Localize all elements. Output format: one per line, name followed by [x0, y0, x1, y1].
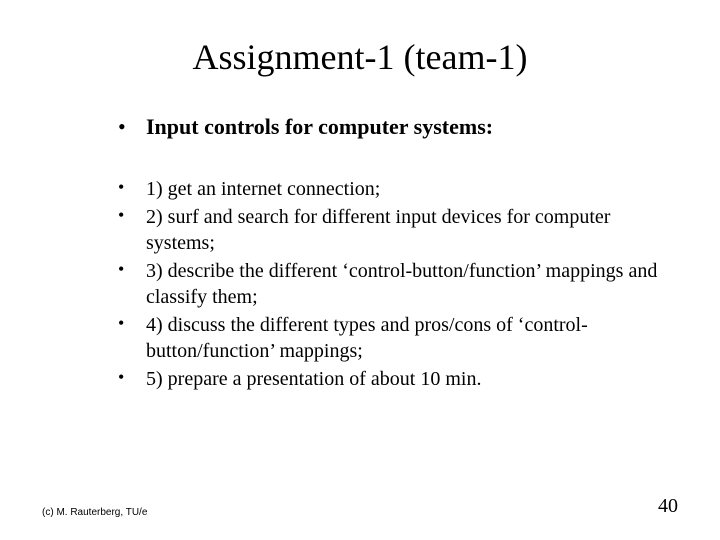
footer-copyright: (c) M. Rauterberg, TU/e: [42, 507, 147, 518]
list-item: 4) discuss the different types and pros/…: [118, 312, 660, 364]
list-item: 2) surf and search for different input d…: [118, 204, 660, 256]
main-bullet-list: Input controls for computer systems:: [118, 114, 660, 140]
list-item: 3) describe the different ‘control-butto…: [118, 258, 660, 310]
main-bullet-item: Input controls for computer systems:: [118, 114, 660, 140]
list-item: 5) prepare a presentation of about 10 mi…: [118, 366, 660, 392]
list-item: 1) get an internet connection;: [118, 176, 660, 202]
slide-title: Assignment-1 (team-1): [60, 36, 660, 78]
sub-bullet-list: 1) get an internet connection; 2) surf a…: [118, 176, 660, 392]
slide: Assignment-1 (team-1) Input controls for…: [0, 0, 720, 540]
page-number: 40: [658, 495, 678, 518]
